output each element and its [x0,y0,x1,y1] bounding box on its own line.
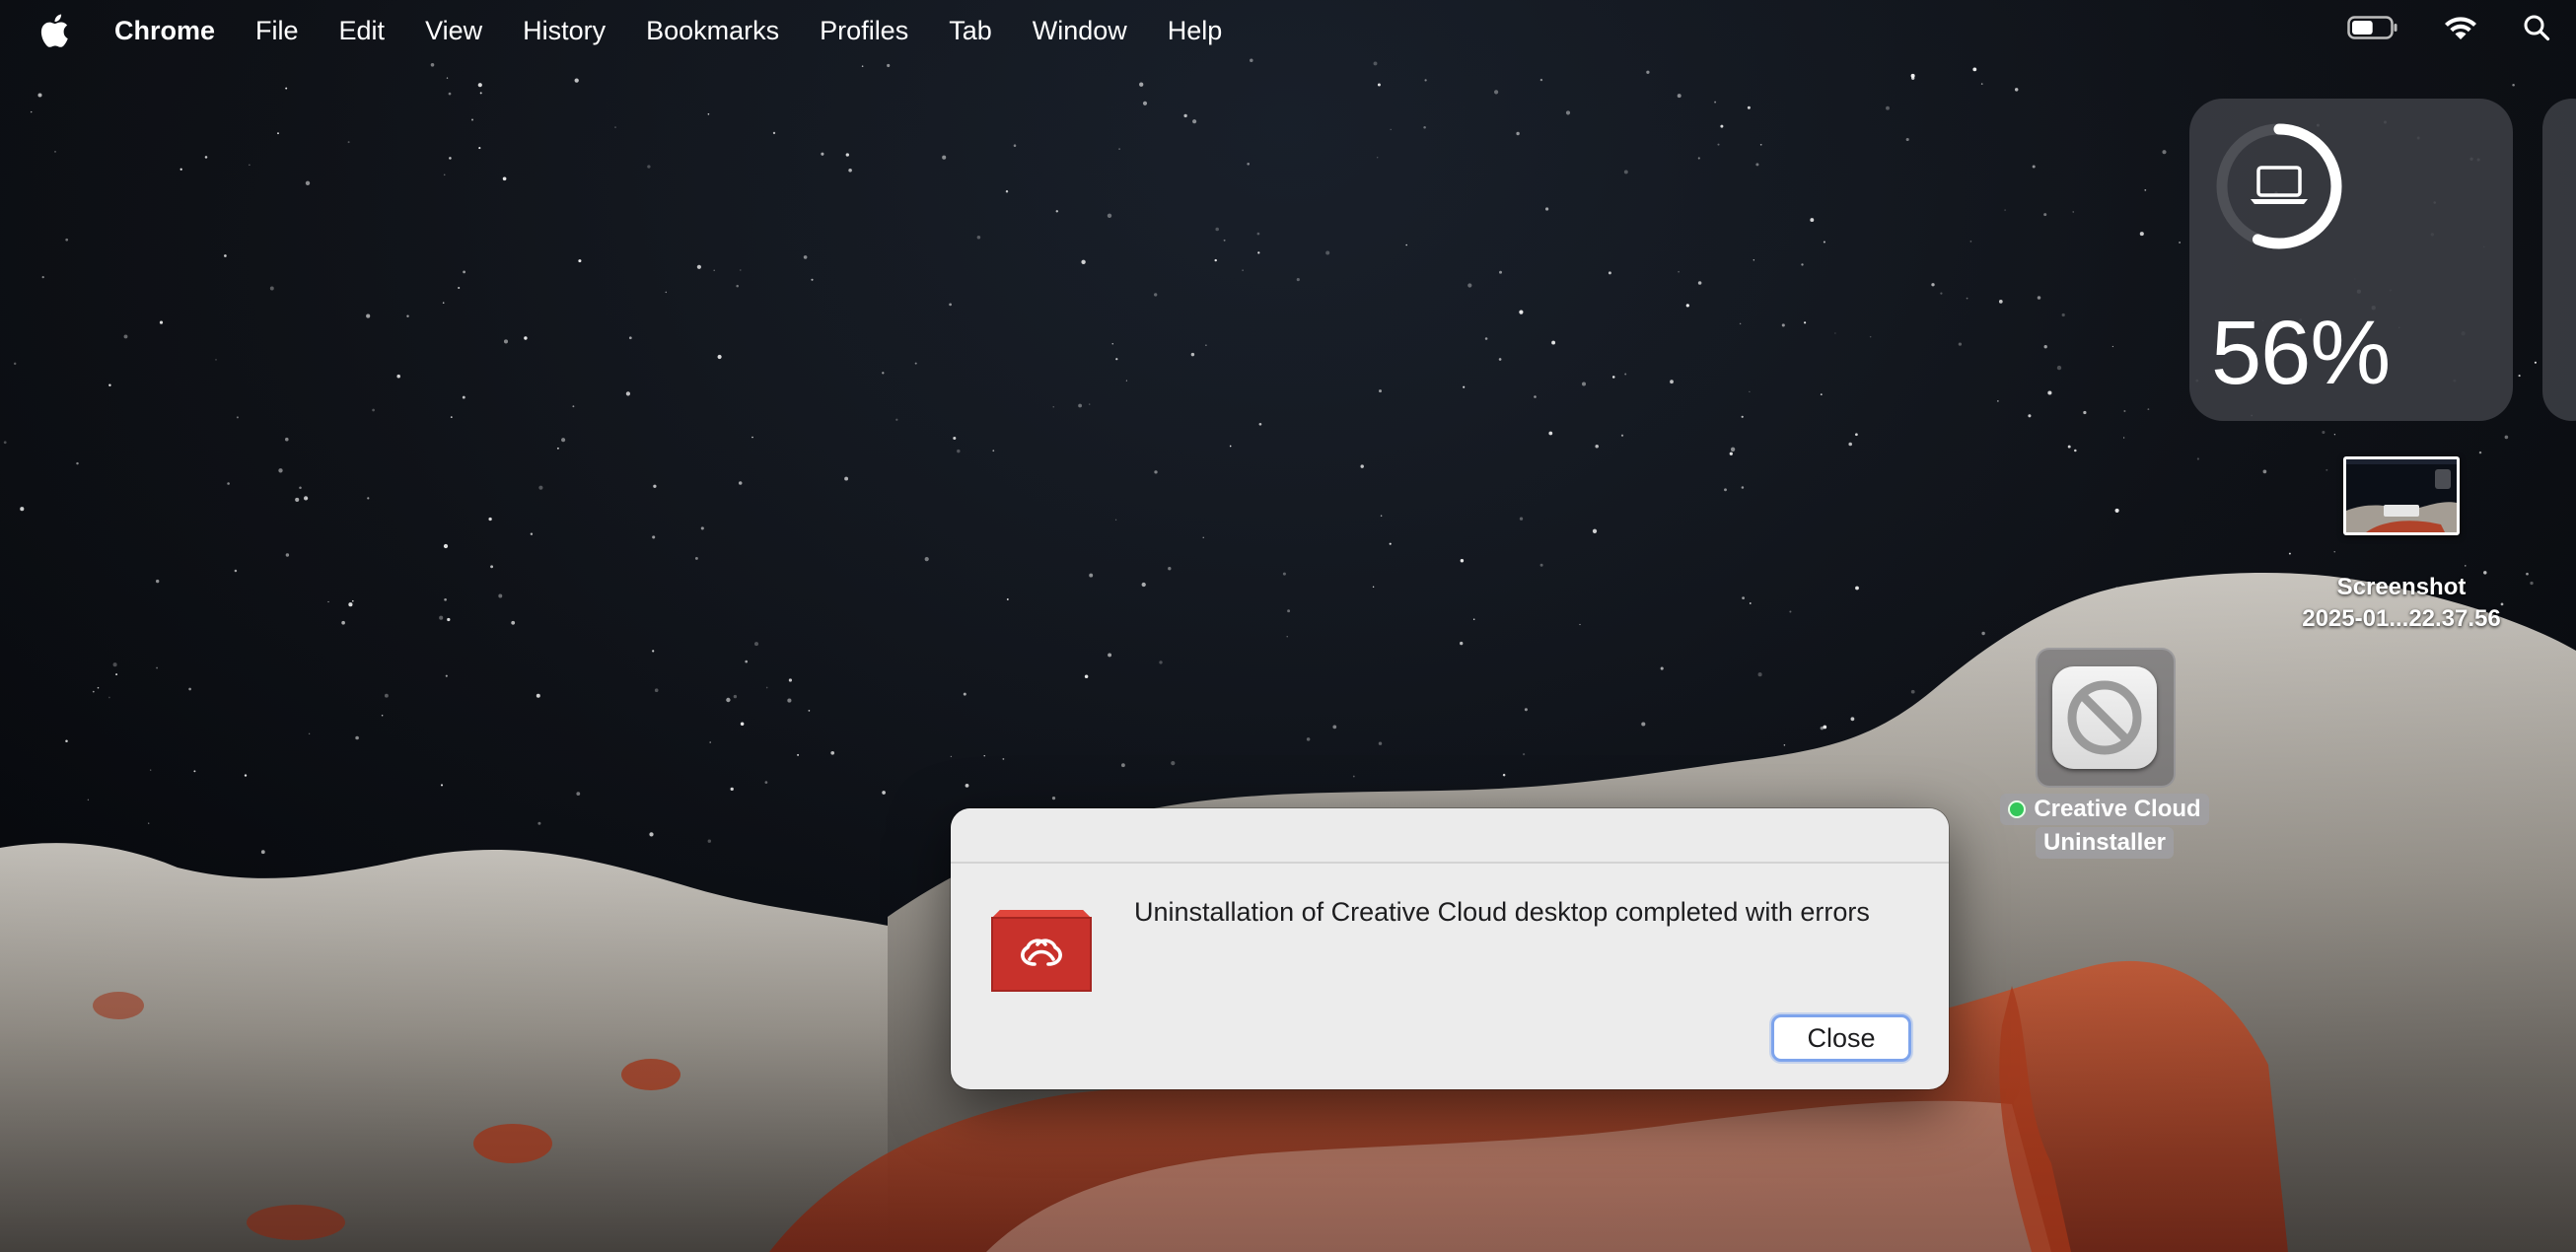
uninstaller-label[interactable]: Creative Cloud Uninstaller [1996,794,2213,859]
uninstaller-label-line2: Uninstaller [2035,827,2175,859]
wifi-icon[interactable] [2442,14,2479,48]
menu-app-name[interactable]: Chrome [114,16,215,46]
screenshot-label-line1: Screenshot [2336,574,2467,600]
dialog-titlebar[interactable] [951,808,1949,864]
close-button[interactable]: Close [1771,1014,1911,1062]
menu-bookmarks[interactable]: Bookmarks [646,16,779,46]
creative-cloud-icon [990,906,1093,995]
screenshot-file-thumbnail[interactable] [2343,456,2460,535]
running-status-dot [2008,800,2027,818]
dialog-message: Uninstallation of Creative Cloud desktop… [1134,897,1870,927]
spotlight-search-icon[interactable] [2523,14,2550,48]
apple-logo-icon[interactable] [39,14,69,47]
uninstaller-label-line1: Creative Cloud [2000,794,2209,825]
menu-tab[interactable]: Tab [949,16,992,46]
menu-file[interactable]: File [255,16,299,46]
prohibited-icon [2067,680,2142,755]
menu-profiles[interactable]: Profiles [820,16,908,46]
menu-edit[interactable]: Edit [339,16,386,46]
menu-view[interactable]: View [425,16,482,46]
battery-ring [2216,123,2342,249]
battery-icon[interactable] [2347,15,2398,46]
menu-window[interactable]: Window [1033,16,1127,46]
battery-widget[interactable]: 56% [2189,99,2513,421]
alert-dialog: Uninstallation of Creative Cloud desktop… [951,808,1949,1089]
laptop-icon [2251,166,2308,204]
screenshot-label-line2: 2025-01...22.37.56 [2302,605,2501,632]
screenshot-file-label[interactable]: Screenshot 2025-01...22.37.56 [2268,572,2535,635]
menu-help[interactable]: Help [1168,16,1223,46]
next-widget-edge[interactable] [2542,99,2576,421]
battery-percent: 56% [2211,303,2391,403]
menu-history[interactable]: History [523,16,606,46]
menu-bar: Chrome File Edit View History Bookmarks … [0,0,2576,61]
menu-bar-status-area [2347,0,2550,61]
creative-cloud-uninstaller-icon[interactable] [2052,666,2157,769]
